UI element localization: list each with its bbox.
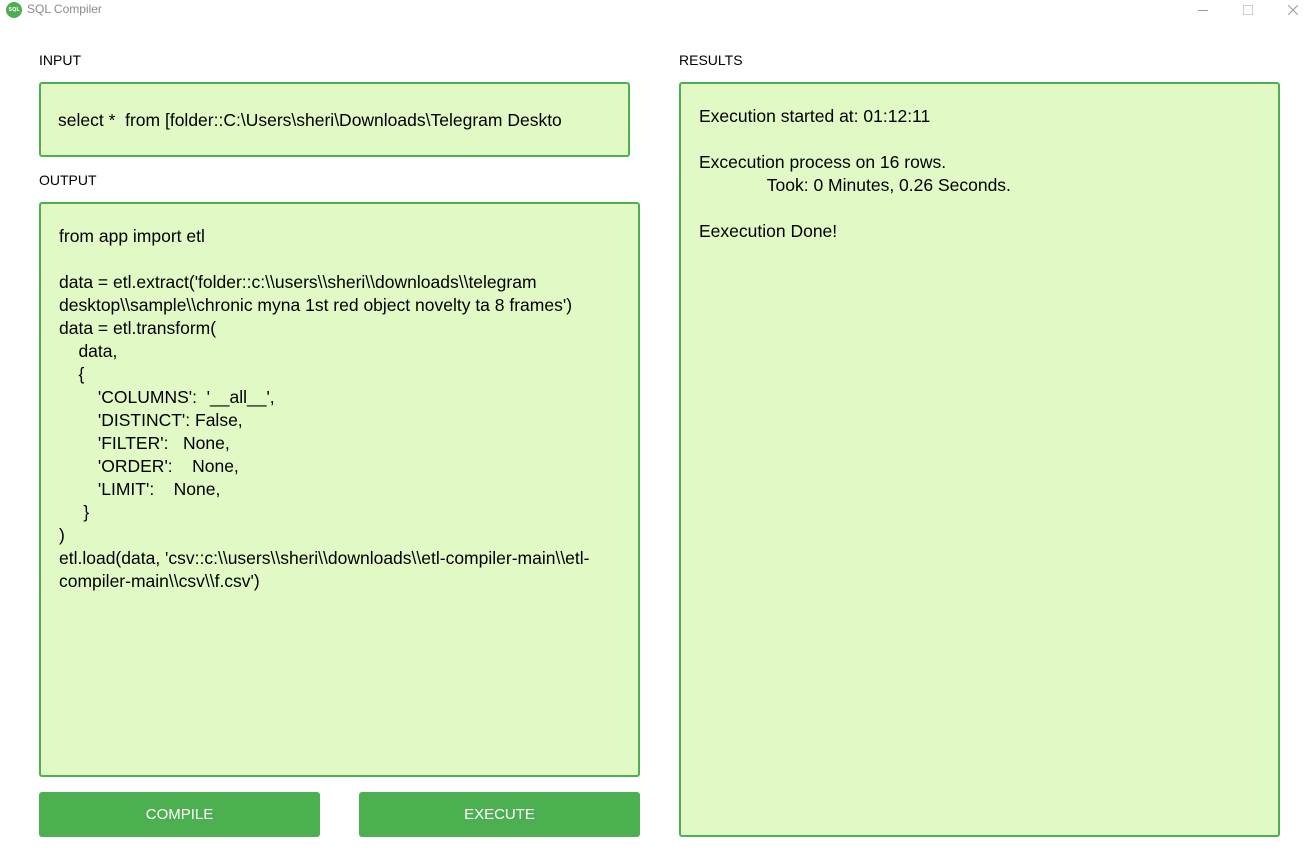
minimize-button[interactable] <box>1180 0 1226 20</box>
close-button[interactable] <box>1270 0 1313 20</box>
output-label: OUTPUT <box>39 172 97 188</box>
title-bar[interactable]: SQL SQL Compiler <box>0 0 1313 20</box>
maximize-icon <box>1243 5 1253 15</box>
window-title: SQL Compiler <box>27 2 102 16</box>
execute-button[interactable]: EXECUTE <box>359 792 640 837</box>
compile-button[interactable]: COMPILE <box>39 792 320 837</box>
generated-code-text[interactable]: from app import etl data = etl.extract('… <box>59 225 619 593</box>
sql-compiler-window: SQL SQL Compiler INPUT select * from [fo… <box>0 0 1313 865</box>
input-label: INPUT <box>39 52 81 68</box>
results-log-text: Execution started at: 01:12:11 Excecutio… <box>699 106 1011 241</box>
sql-input-field[interactable]: select * from [folder::C:\Users\sheri\Do… <box>39 82 630 157</box>
output-code-area[interactable]: from app import etl data = etl.extract('… <box>39 202 640 777</box>
sql-query-text[interactable]: select * from [folder::C:\Users\sheri\Do… <box>58 110 562 131</box>
results-label: RESULTS <box>679 52 743 68</box>
close-icon <box>1288 5 1298 15</box>
minimize-icon <box>1198 10 1208 11</box>
results-area[interactable]: Execution started at: 01:12:11 Excecutio… <box>679 82 1280 837</box>
maximize-button[interactable] <box>1225 0 1271 20</box>
app-logo-icon: SQL <box>6 2 22 18</box>
